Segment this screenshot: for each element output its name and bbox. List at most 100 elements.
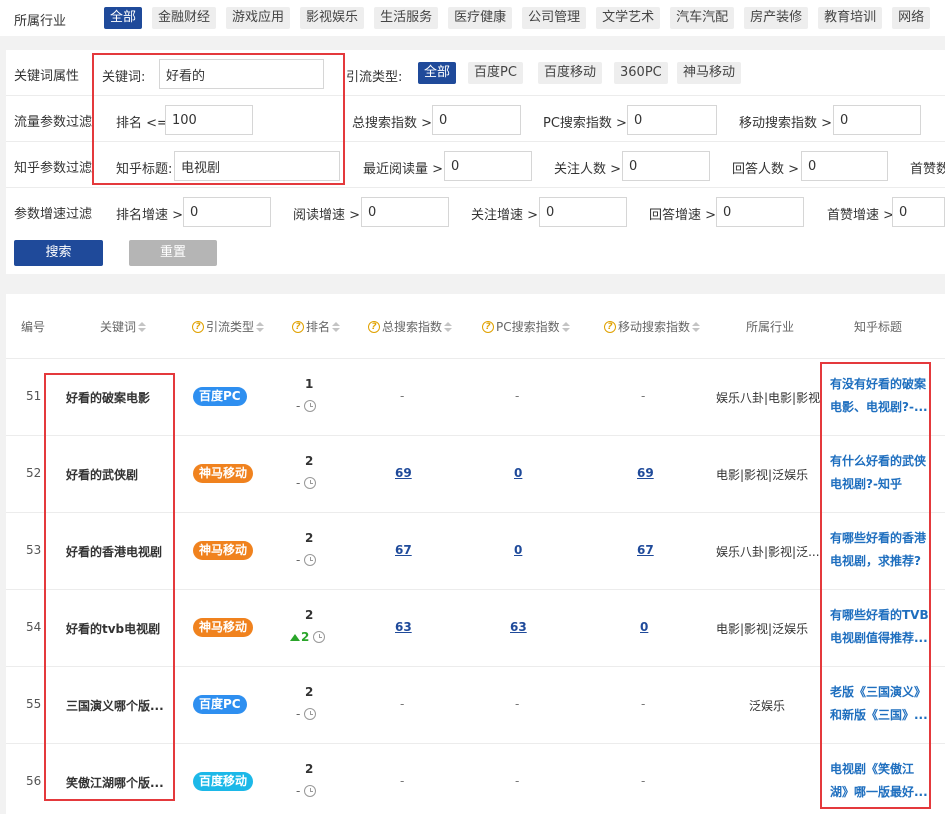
row-zhihu-title[interactable]: 有什么好看的武侠 电视剧?-知乎 [830,450,930,496]
follow-count-input[interactable] [622,151,710,181]
rank-growth-label: 排名增速 > [116,208,184,223]
row-total-index: - [400,389,405,403]
row-keyword[interactable]: 好看的香港电视剧 [66,543,162,560]
help-icon[interactable]: ? [482,320,494,333]
industry-tag-all[interactable]: 全部 [104,7,143,29]
row-rank-change: - [296,399,317,413]
row-keyword[interactable]: 好看的武侠剧 [66,466,138,483]
row-keyword[interactable]: 好看的tvb电视剧 [66,620,160,637]
help-icon[interactable]: ? [368,320,380,333]
row-label-keyword: 关键词属性 [14,69,80,84]
row-zhihu-title[interactable]: 有哪些好看的TVB 电视剧值得推荐... [830,604,930,650]
industry-tag-literature[interactable]: 文学艺术 [596,7,661,29]
row-traffic-type-badge: 神马移动 [193,541,254,560]
header-rank[interactable]: ? 排名 [292,318,341,335]
rank-input[interactable] [165,105,253,135]
traffic-type-shenma[interactable]: 神马移动 [677,62,742,84]
row-traffic-type-badge: 神马移动 [193,618,254,637]
row-mobile-index[interactable]: 0 [640,620,648,634]
sort-icon[interactable] [138,321,147,332]
clock-icon[interactable] [313,631,326,643]
answer-count-input[interactable] [801,151,888,181]
row-zhihu-title[interactable]: 电视剧《笑傲江 湖》哪一版最好... [830,758,930,804]
answer-growth-input[interactable] [716,197,804,227]
help-icon[interactable]: ? [292,320,304,333]
clock-icon[interactable] [304,554,317,566]
help-icon[interactable]: ? [604,320,616,333]
rank-growth-input[interactable] [183,197,271,227]
search-button[interactable]: 搜索 [14,240,103,266]
row-zhihu-title[interactable]: 老版《三国演义》 和新版《三国》... [830,681,930,727]
header-keyword[interactable]: 关键词 [100,318,147,335]
industry-tag-internet[interactable]: 网络 [892,7,931,29]
header-total-index[interactable]: ? 总搜索指数 [368,318,453,335]
like-growth-input[interactable] [892,197,945,227]
row-id: 56 [26,774,42,788]
row-keyword[interactable]: 笑傲江湖哪个版... [66,774,164,791]
traffic-type-baidu-pc[interactable]: 百度PC [468,62,523,84]
header-pc-index[interactable]: ? PC搜索指数 [482,318,570,335]
industry-tag-games[interactable]: 游戏应用 [226,7,291,29]
row-industry: 娱乐八卦|影视|泛... [716,545,820,559]
row-pc-index[interactable]: 0 [514,543,522,557]
row-zhihu-title[interactable]: 有没有好看的破案 电影、电视剧?-... [830,373,930,419]
row-total-index[interactable]: 69 [395,466,412,480]
row-mobile-index: - [641,389,646,403]
row-rank: 2 [305,454,314,468]
rank-change-value: - [296,476,301,490]
row-industry: 电影|影视|泛娱乐 [716,468,809,482]
row-total-index[interactable]: 63 [395,620,412,634]
industry-tag-finance[interactable]: 金融财经 [152,7,217,29]
industry-tag-realestate[interactable]: 房产装修 [744,7,809,29]
zhihu-title-line2: 和新版《三国》... [830,708,928,722]
row-rank: 2 [305,762,314,776]
row-keyword[interactable]: 好看的破案电影 [66,389,150,406]
row-industry: 泛娱乐 [749,699,786,713]
follow-count-label: 关注人数 > [554,162,622,177]
total-index-input[interactable] [432,105,521,135]
header-mobile-index[interactable]: ? 移动搜索指数 [604,318,701,335]
clock-icon[interactable] [304,708,317,720]
row-pc-index[interactable]: 0 [514,466,522,480]
header-traffic-type-label: 引流类型 [206,320,255,334]
industry-tag-education[interactable]: 教育培训 [818,7,883,29]
sort-icon[interactable] [561,321,570,332]
row-keyword[interactable]: 三国演义哪个版... [66,697,164,714]
industry-tag-entertainment[interactable]: 影视娱乐 [300,7,365,29]
recent-read-input[interactable] [444,151,532,181]
reset-button[interactable]: 重置 [129,240,217,266]
row-zhihu-title[interactable]: 有哪些好看的香港 电视剧，求推荐? [830,527,930,573]
row-total-index[interactable]: 67 [395,543,412,557]
industry-tag-health[interactable]: 医疗健康 [448,7,513,29]
zhihu-title-line2: 电影、电视剧?-... [830,400,928,414]
traffic-type-360pc[interactable]: 360PC [614,62,668,84]
follow-growth-input[interactable] [539,197,627,227]
help-icon[interactable]: ? [192,320,204,333]
clock-icon[interactable] [304,477,317,489]
filter-row-growth: 参数增速过滤 排名增速 > 阅读增速 > 关注增速 > 回答增速 > 首赞增速 … [6,188,945,234]
keyword-input[interactable] [159,59,324,89]
traffic-type-all[interactable]: 全部 [418,62,457,84]
row-pc-index[interactable]: 63 [510,620,527,634]
row-mobile-index[interactable]: 69 [637,466,654,480]
pc-index-input[interactable] [627,105,717,135]
read-growth-input[interactable] [361,197,449,227]
sort-icon[interactable] [692,321,701,332]
industry-tag-auto[interactable]: 汽车汽配 [670,7,735,29]
sort-icon[interactable] [444,321,453,332]
sort-icon[interactable] [332,321,341,332]
industry-tag-management[interactable]: 公司管理 [522,7,587,29]
industry-tag-life[interactable]: 生活服务 [374,7,439,29]
rank-up-indicator: 2 [290,630,309,644]
header-industry-label: 所属行业 [746,320,795,334]
clock-icon[interactable] [304,400,317,412]
zhihu-title-input[interactable] [174,151,340,181]
zhihu-title-line1: 有什么好看的武侠 [830,454,927,468]
row-mobile-index[interactable]: 67 [637,543,654,557]
sort-icon[interactable] [256,321,265,332]
header-traffic-type[interactable]: ? 引流类型 [192,318,265,335]
mobile-index-input[interactable] [833,105,921,135]
traffic-type-baidu-mobile[interactable]: 百度移动 [538,62,603,84]
clock-icon[interactable] [304,785,317,797]
row-traffic-type-badge: 神马移动 [193,464,254,483]
